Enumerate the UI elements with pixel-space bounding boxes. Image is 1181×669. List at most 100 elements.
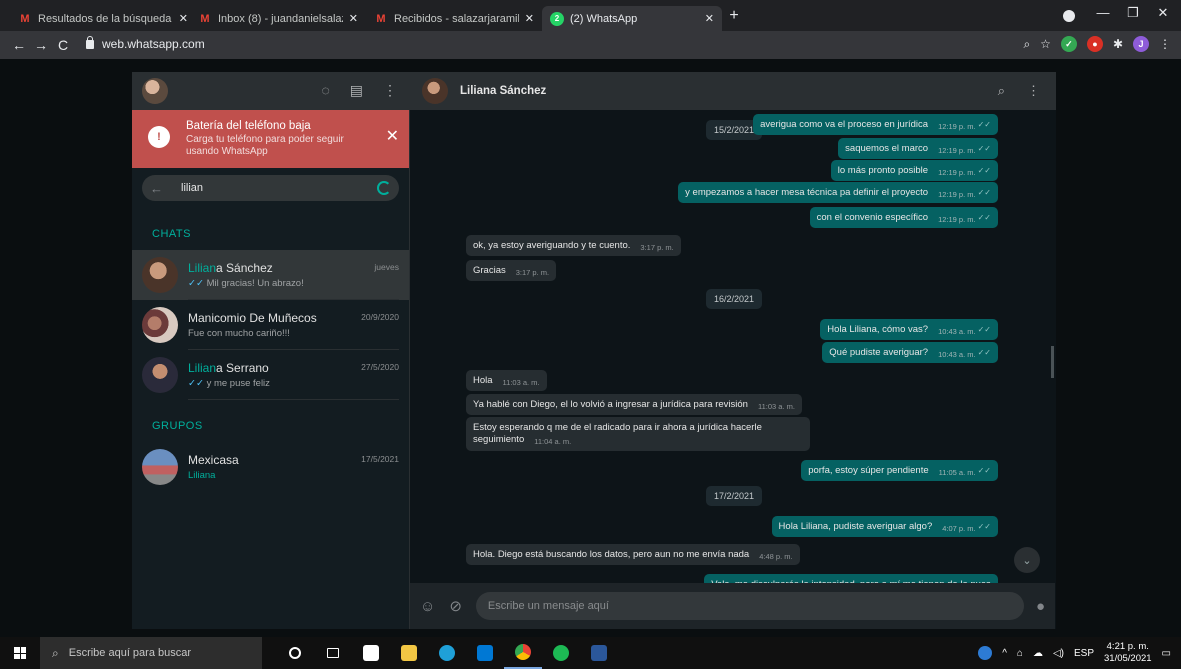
battery-alert[interactable]: ! Batería del teléfono baja Carga tu tel…	[132, 110, 409, 168]
file-explorer-icon[interactable]	[390, 637, 428, 669]
scroll-down-button[interactable]: ⌄	[1014, 547, 1040, 573]
reload-icon[interactable]: C	[52, 37, 74, 53]
avatar[interactable]	[142, 78, 168, 104]
group-item[interactable]: Mexicasa Liliana 17/5/2021	[132, 442, 409, 492]
close-window-button[interactable]: ✕	[1148, 5, 1178, 21]
incoming-message[interactable]: Hola. Diego está buscando los datos, per…	[466, 544, 800, 565]
outgoing-message[interactable]: Qué pudiste averiguar? 10:43 a. m. ✓✓	[822, 342, 998, 363]
search-input[interactable]: ← lilian	[142, 175, 399, 201]
menu-icon[interactable]: ⋮	[383, 82, 397, 99]
clock[interactable]: 4:21 p. m. 31/05/2021	[1104, 641, 1152, 665]
outgoing-message[interactable]: lo más pronto posible 12:19 p. m. ✓✓	[830, 160, 998, 181]
close-tab-icon[interactable]: ✕	[349, 12, 358, 25]
close-tab-icon[interactable]: ✕	[179, 12, 188, 25]
status-icon[interactable]: ◌	[321, 82, 329, 99]
outgoing-message[interactable]: y empezamos a hacer mesa técnica pa defi…	[678, 182, 998, 203]
forward-arrow-icon[interactable]: →	[30, 37, 52, 53]
onedrive-icon[interactable]: ☁	[1033, 648, 1043, 659]
browser-tab-1[interactable]: M Resultados de la búsqueda - juan ✕	[10, 6, 196, 31]
whatsapp-icon: 2	[550, 11, 564, 26]
outgoing-message[interactable]: saquemos el marco 12:19 p. m. ✓✓	[838, 138, 998, 159]
task-view-icon[interactable]	[314, 637, 352, 669]
browser-tab-3[interactable]: M Recibidos - salazarjaramillojuand ✕	[366, 6, 542, 31]
group-date: 17/5/2021	[361, 454, 399, 464]
emoji-icon[interactable]: ☺	[420, 598, 435, 615]
attach-icon[interactable]: ⊘	[449, 597, 462, 615]
incoming-message[interactable]: Ya hablé con Diego, el lo volvió a ingre…	[466, 394, 802, 415]
word-icon[interactable]	[580, 637, 618, 669]
chat-item[interactable]: Manicomio De Muñecos Fue con mucho cariñ…	[132, 300, 409, 350]
outgoing-message[interactable]: porfa, estoy súper pendiente 11:05 a. m. ✓…	[801, 460, 998, 481]
start-button[interactable]	[0, 647, 40, 659]
chat-item[interactable]: Liliana Serrano ✓✓ y me puse feliz 27/5/…	[132, 350, 409, 400]
address-bar[interactable]: web.whatsapp.com	[86, 35, 205, 51]
notifications-icon[interactable]: ▭	[1162, 648, 1171, 659]
new-tab-button[interactable]: +	[724, 7, 744, 25]
chat-preview: ✓✓ Mil gracias! Un abrazo!	[188, 277, 304, 289]
store-icon[interactable]	[352, 637, 390, 669]
browser-tab-whatsapp[interactable]: 2 (2) WhatsApp ✕	[542, 6, 722, 31]
message-time: 3:17 p. m.	[640, 243, 674, 252]
avatar[interactable]	[422, 78, 448, 104]
toolbar-icons: ⌕ ☆ ✓ ● ✱ J ⋮	[1023, 36, 1171, 52]
minimize-button[interactable]: —	[1088, 5, 1118, 20]
scrollbar[interactable]	[1051, 346, 1054, 378]
menu-kebab-icon[interactable]: ⋮	[1159, 37, 1171, 51]
extension-icon[interactable]: ✓	[1060, 36, 1077, 52]
chat-item[interactable]: Liliana Sánchez ✓✓ Mil gracias! Un abraz…	[132, 250, 409, 300]
spotify-icon[interactable]	[542, 637, 580, 669]
incoming-message[interactable]: ok, ya estoy averiguando y te cuento. 3:1…	[466, 235, 681, 256]
new-chat-icon[interactable]: ▤	[350, 82, 363, 99]
edge-icon[interactable]	[428, 637, 466, 669]
outgoing-message[interactable]: Hola Liliana, pudiste averiguar algo? 4:0…	[771, 516, 998, 537]
message-input[interactable]: Escribe un mensaje aquí	[475, 592, 1024, 620]
conversation-header[interactable]: Liliana Sánchez ⌕ ⋮	[410, 72, 1056, 110]
puzzle-icon[interactable]: ✱	[1113, 37, 1123, 51]
outgoing-message[interactable]: Vale, me disculparás la intensidad, pero…	[704, 574, 998, 583]
taskbar-search[interactable]: ⌕ Escribe aquí para buscar	[40, 637, 262, 669]
message-time: 10:43 a. m.	[938, 327, 976, 336]
profile-icon[interactable]	[1063, 10, 1075, 22]
outgoing-message[interactable]: con el convenio específico 12:19 p. m. ✓✓	[809, 207, 998, 228]
clock-date: 31/05/2021	[1104, 653, 1152, 664]
message-text: Hola. Diego está buscando los datos, per…	[473, 549, 750, 560]
cortana-icon[interactable]	[276, 637, 314, 669]
avatar	[142, 357, 178, 393]
message-text: y empezamos a hacer mesa técnica pa defi…	[685, 187, 929, 198]
language-indicator[interactable]: ESP	[1074, 648, 1094, 659]
incoming-message[interactable]: Hola 11:03 a. m.	[466, 370, 547, 391]
back-arrow-icon[interactable]: ←	[8, 37, 30, 53]
incoming-message[interactable]: Estoy esperando q me de el radicado para…	[466, 417, 810, 451]
double-check-icon: ✓✓	[977, 144, 991, 153]
menu-icon[interactable]: ⋮	[1027, 83, 1040, 99]
browser-tab-2[interactable]: M Inbox (8) - juandanielsalazarj@g ✕	[190, 6, 366, 31]
profile-avatar-icon[interactable]: J	[1133, 36, 1149, 52]
message-time: 12:19 p. m.	[938, 168, 976, 177]
network-icon[interactable]: ⌂	[1017, 648, 1023, 659]
microphone-icon[interactable]: ●	[1036, 598, 1045, 615]
search-icon[interactable]: ⌕	[998, 83, 1005, 99]
back-arrow-icon[interactable]: ←	[150, 181, 163, 196]
mail-icon[interactable]	[466, 637, 504, 669]
message-time: 11:03 a. m.	[757, 402, 795, 411]
close-tab-icon[interactable]: ✕	[525, 12, 534, 25]
taskbar-apps	[276, 637, 618, 669]
message-text: lo más pronto posible	[837, 165, 929, 176]
url-text: web.whatsapp.com	[102, 37, 205, 51]
extension-icon[interactable]: ●	[1086, 36, 1103, 52]
loading-spinner-icon	[377, 181, 391, 195]
incoming-message[interactable]: Gracias 3:17 p. m.	[466, 260, 557, 281]
alert-body: Carga tu teléfono para poder seguir usan…	[186, 134, 344, 157]
close-tab-icon[interactable]: ✕	[705, 12, 714, 25]
close-icon[interactable]: ✕	[386, 126, 399, 146]
restore-button[interactable]: ❐	[1118, 5, 1148, 21]
chrome-icon[interactable]	[504, 637, 542, 669]
chevron-up-icon[interactable]: ^	[1002, 648, 1007, 659]
bookmark-star-icon[interactable]: ☆	[1040, 37, 1051, 51]
help-icon[interactable]	[978, 646, 993, 660]
outgoing-message[interactable]: Hola Liliana, cómo vas? 10:43 a. m. ✓✓	[820, 319, 998, 340]
volume-icon[interactable]: ◁)	[1053, 648, 1064, 659]
outgoing-message[interactable]: averigua como va el proceso en jurídica 1…	[753, 114, 998, 135]
group-preview: Liliana	[188, 470, 216, 481]
zoom-icon[interactable]: ⌕	[1023, 37, 1030, 52]
